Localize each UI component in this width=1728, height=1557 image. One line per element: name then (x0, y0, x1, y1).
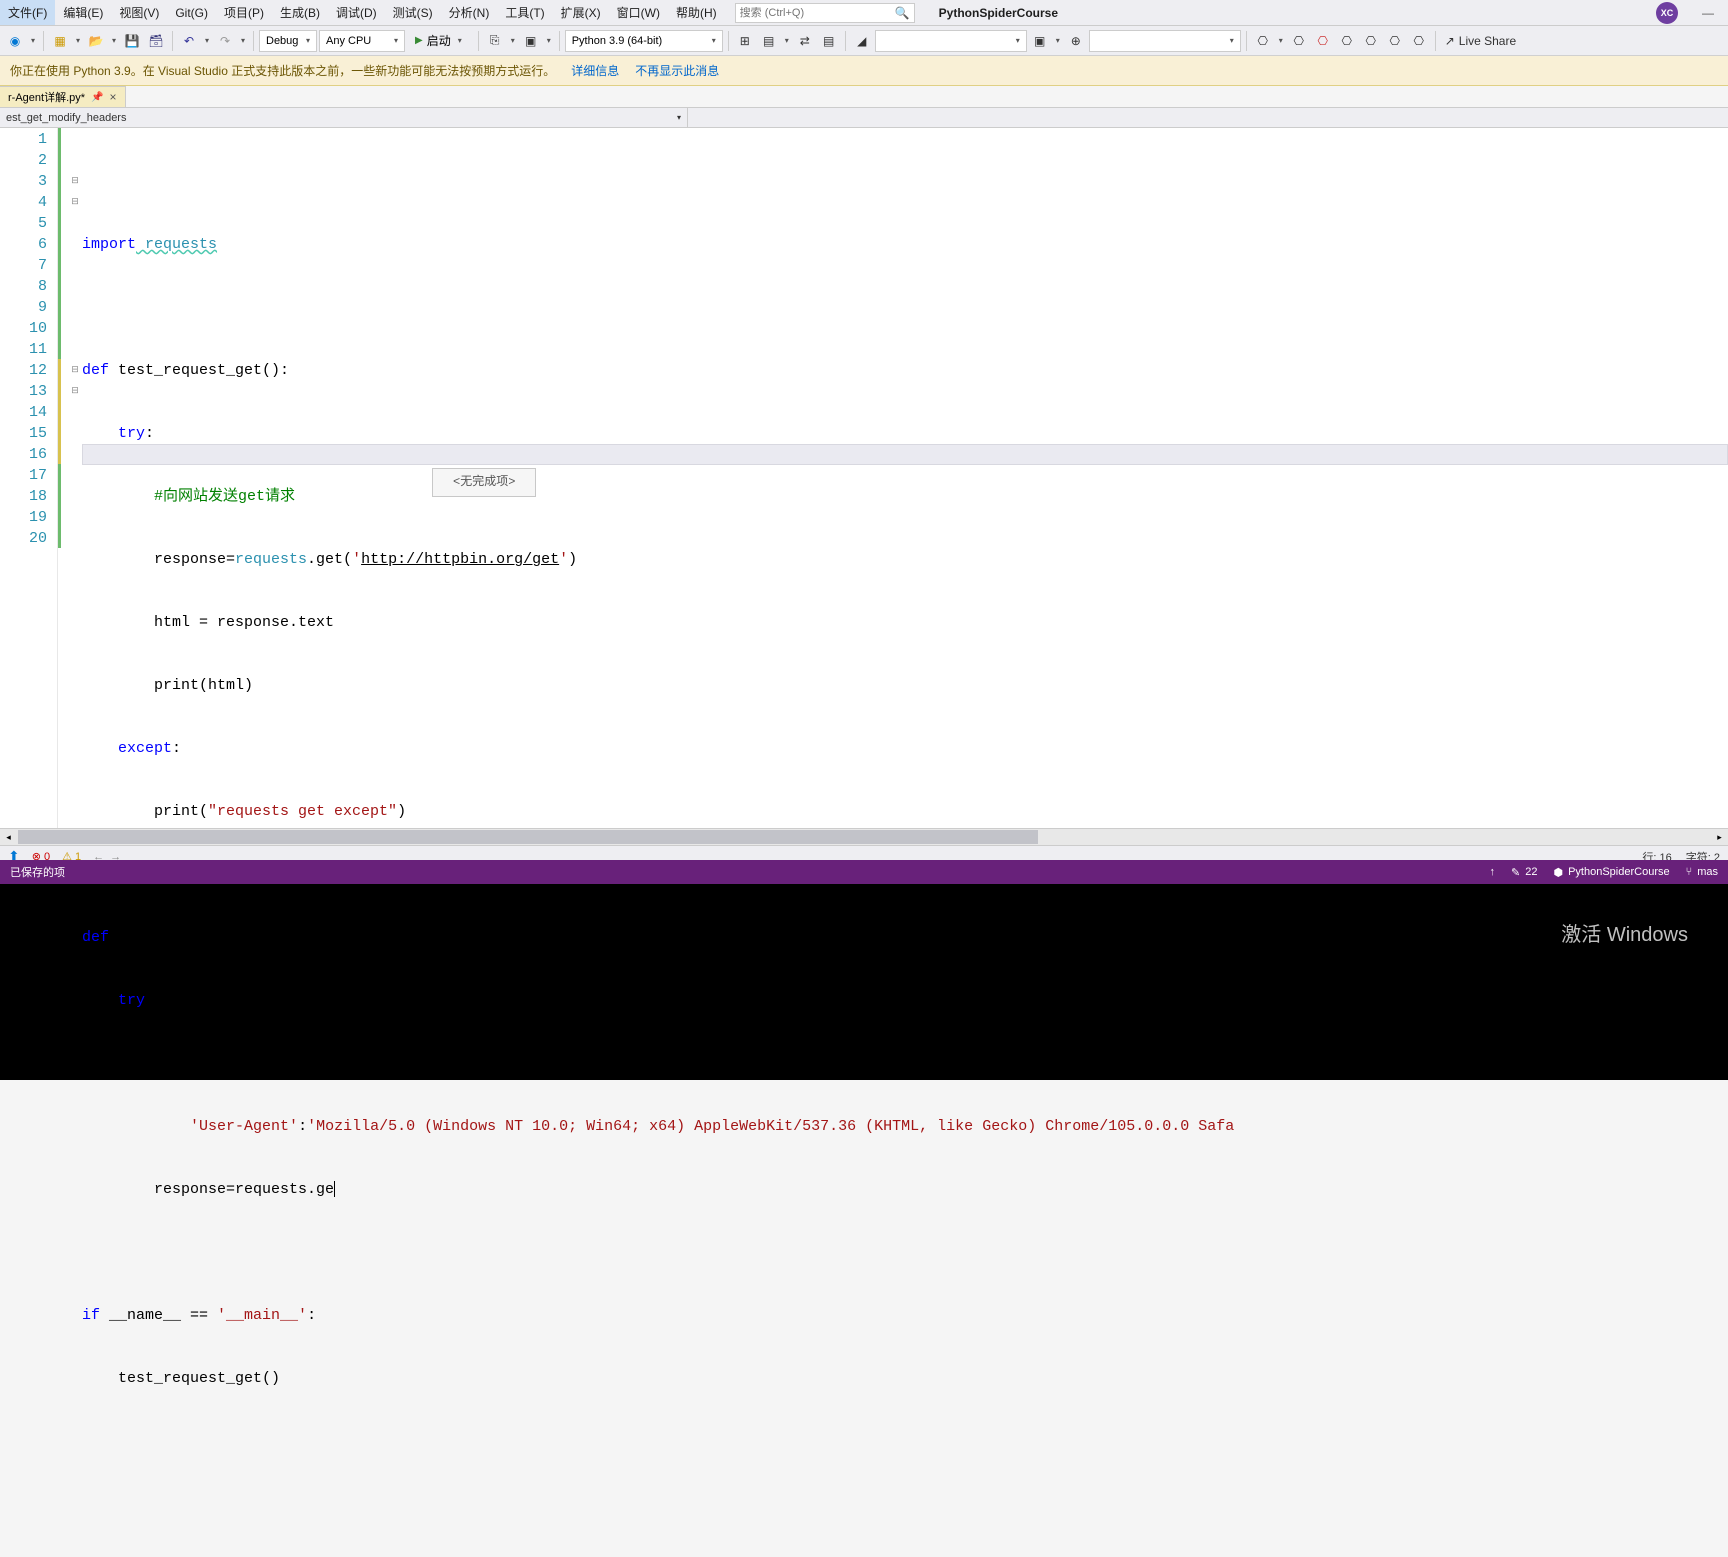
menu-view[interactable]: 视图(V) (111, 0, 167, 25)
platform-combo[interactable]: Any CPU▾ (319, 30, 405, 52)
separator (1246, 31, 1247, 51)
redo-dropdown[interactable]: ▾ (238, 36, 248, 45)
search-box[interactable]: 🔍 (735, 3, 915, 23)
fold-gutter[interactable]: ⊟⊟⊟⊟ (68, 128, 82, 828)
python-env-combo[interactable]: Python 3.9 (64-bit)▾ (565, 30, 723, 52)
menu-test[interactable]: 测试(S) (385, 0, 441, 25)
refactor-3-button[interactable]: ⎔ (1312, 30, 1334, 52)
nav-back-dropdown[interactable]: ▾ (28, 36, 38, 45)
menu-help[interactable]: 帮助(H) (668, 0, 725, 25)
undo-button[interactable]: ↶ (178, 30, 200, 52)
share-icon: ↗ (1445, 34, 1455, 48)
menu-debug[interactable]: 调试(D) (328, 0, 385, 25)
notice-text: 你正在使用 Python 3.9。在 Visual Studio 正式支持此版本… (10, 62, 555, 79)
new-project-dropdown[interactable]: ▾ (73, 36, 83, 45)
toolbar: ◉ ▾ ▦ ▾ 📂 ▾ 💾 🗃 ↶ ▾ ↷ ▾ Debug▾ Any CPU▾ … (0, 26, 1728, 56)
open-file-button[interactable]: 📂 (85, 30, 107, 52)
scroll-left-arrow[interactable]: ◂ (0, 829, 17, 846)
tab-bar: r-Agent详解.py* 📌 × (0, 86, 1728, 108)
navigation-bar: est_get_modify_headers▾ (0, 108, 1728, 128)
nav-back-button[interactable]: ◉ (4, 30, 26, 52)
toolbox-5-button[interactable]: ◢ (851, 30, 873, 52)
close-tab-button[interactable]: × (109, 90, 116, 104)
live-share-button[interactable]: ↗Live Share (1445, 34, 1516, 48)
menu-bar: 文件(F) 编辑(E) 视图(V) Git(G) 项目(P) 生成(B) 调试(… (0, 0, 1728, 26)
separator (728, 31, 729, 51)
separator (43, 31, 44, 51)
save-all-button[interactable]: 🗃 (145, 30, 167, 52)
toolbox-1-button[interactable]: ⊞ (734, 30, 756, 52)
separator (559, 31, 560, 51)
open-file-dropdown[interactable]: ▾ (109, 36, 119, 45)
save-button[interactable]: 💾 (121, 30, 143, 52)
change-marks (58, 128, 68, 828)
refactor-2-button[interactable]: ⎔ (1288, 30, 1310, 52)
line-number-gutter: 1234567891011121314151617181920 (0, 128, 58, 828)
user-avatar[interactable]: XC (1656, 2, 1678, 24)
menu-git[interactable]: Git(G) (167, 2, 216, 24)
refactor-1-button[interactable]: ⎔ (1252, 30, 1274, 52)
python-version-notice: 你正在使用 Python 3.9。在 Visual Studio 正式支持此版本… (0, 56, 1728, 86)
notice-detail-link[interactable]: 详细信息 (571, 62, 619, 79)
search-input[interactable] (740, 7, 895, 19)
redo-button[interactable]: ↷ (214, 30, 236, 52)
menu-tools[interactable]: 工具(T) (497, 0, 552, 25)
toolbox-combo-2[interactable]: ▾ (1089, 30, 1241, 52)
menu-edit[interactable]: 编辑(E) (55, 0, 111, 25)
undo-dropdown[interactable]: ▾ (202, 36, 212, 45)
notice-dismiss-link[interactable]: 不再显示此消息 (635, 62, 719, 79)
attach-button[interactable]: ⎘ (484, 30, 506, 52)
separator (172, 31, 173, 51)
pin-icon[interactable]: 📌 (91, 92, 103, 103)
toolbox-4-button[interactable]: ▤ (818, 30, 840, 52)
config-combo[interactable]: Debug▾ (259, 30, 317, 52)
console-button[interactable]: ▣ (520, 30, 542, 52)
tab-title: r-Agent详解.py* (8, 89, 85, 105)
menu-extensions[interactable]: 扩展(X) (553, 0, 609, 25)
menu-project[interactable]: 项目(P) (216, 0, 272, 25)
code-editor[interactable]: 1234567891011121314151617181920 ⊟⊟⊟⊟ imp… (0, 128, 1728, 828)
toolbox-3-button[interactable]: ⇄ (794, 30, 816, 52)
minimize-button[interactable]: — (1688, 6, 1728, 20)
save-status: 已保存的项 (10, 864, 65, 880)
menu-window[interactable]: 窗口(W) (609, 0, 668, 25)
new-project-button[interactable]: ▦ (49, 30, 71, 52)
menu-file[interactable]: 文件(F) (0, 0, 55, 25)
menu-build[interactable]: 生成(B) (272, 0, 328, 25)
text-cursor (334, 1181, 335, 1197)
separator (253, 31, 254, 51)
separator (845, 31, 846, 51)
windows-watermark: 激活 Windows (1561, 918, 1688, 947)
separator (1435, 31, 1436, 51)
intellisense-tooltip: <无完成项> (432, 468, 536, 497)
refactor-6-button[interactable]: ⎔ (1384, 30, 1406, 52)
search-icon[interactable]: 🔍 (895, 6, 910, 20)
toolbox-2-button[interactable]: ▤ (758, 30, 780, 52)
separator (478, 31, 479, 51)
solution-name: PythonSpiderCourse (939, 6, 1058, 20)
refactor-4-button[interactable]: ⎔ (1336, 30, 1358, 52)
code-area[interactable]: import requests def test_request_get(): … (82, 128, 1728, 828)
toolbox-7-button[interactable]: ⊕ (1065, 30, 1087, 52)
start-button[interactable]: ▶启动▾ (407, 30, 473, 52)
refactor-5-button[interactable]: ⎔ (1360, 30, 1382, 52)
toolbox-6-button[interactable]: ▣ (1029, 30, 1051, 52)
editor-tab[interactable]: r-Agent详解.py* 📌 × (0, 86, 126, 107)
menu-analyze[interactable]: 分析(N) (441, 0, 498, 25)
toolbox-combo-1[interactable]: ▾ (875, 30, 1027, 52)
refactor-7-button[interactable]: ⎔ (1408, 30, 1430, 52)
scope-combo[interactable]: est_get_modify_headers▾ (0, 108, 688, 127)
